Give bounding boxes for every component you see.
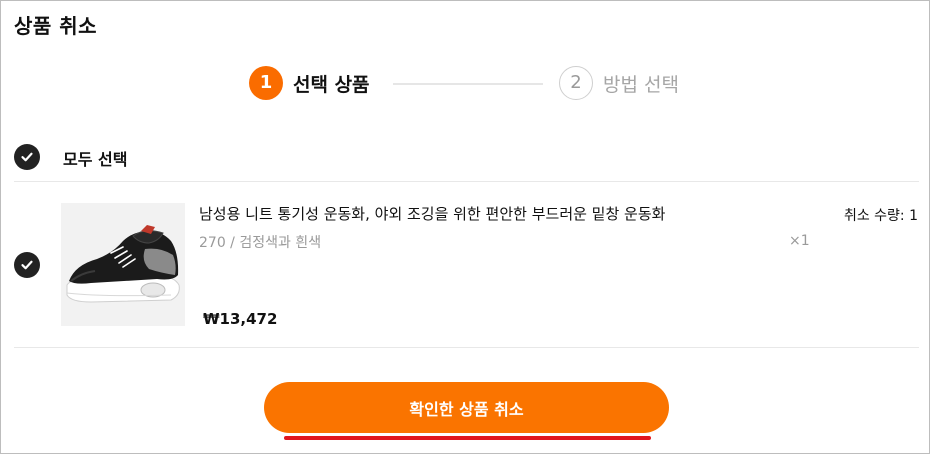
- product-price: ₩13,472: [203, 310, 278, 328]
- product-name[interactable]: 남성용 니트 통기성 운동화, 야외 조깅을 위한 편안한 부드러운 밑창 운동…: [199, 203, 665, 224]
- product-quantity: ×1: [789, 233, 810, 249]
- cancel-quantity[interactable]: 취소 수량: 1: [844, 205, 918, 225]
- product-checkbox[interactable]: [14, 252, 40, 278]
- step-1-number-badge: 1: [249, 66, 283, 100]
- divider-top: [14, 181, 919, 182]
- checkmark-icon: [21, 152, 33, 162]
- sneaker-icon: [61, 203, 185, 326]
- step-indicator: 1 선택 상품 2 방법 선택: [1, 1, 929, 111]
- confirm-cancel-button[interactable]: 확인한 상품 취소: [264, 382, 669, 433]
- step-2-label: 방법 선택: [603, 74, 679, 96]
- select-all-checkbox[interactable]: [14, 144, 40, 170]
- select-all-label: 모두 선택: [63, 150, 128, 169]
- step-2-number-badge: 2: [559, 66, 593, 100]
- product-option: 270 / 검정색과 흰색: [199, 235, 322, 251]
- checkmark-icon: [21, 260, 33, 270]
- step-1-label: 선택 상품: [293, 74, 370, 96]
- divider-bottom: [14, 347, 919, 348]
- product-image[interactable]: [61, 203, 185, 326]
- step-connector-line: [393, 83, 543, 85]
- cancel-dialog: 상품 취소 1 선택 상품 2 방법 선택 모두 선택 남성용 니트 통기성 운…: [0, 0, 930, 454]
- highlight-underline: [284, 436, 651, 440]
